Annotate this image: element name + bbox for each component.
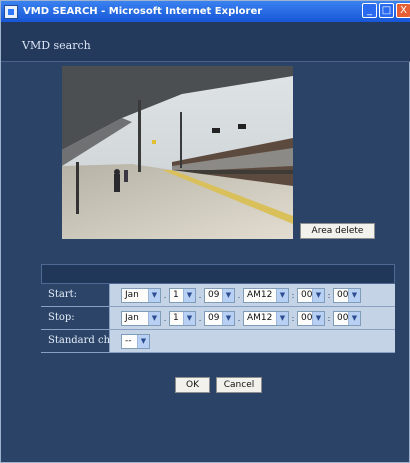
title-bar: VMD SEARCH - Microsoft Internet Explorer… <box>1 1 410 22</box>
stop-hour-value: AM12 <box>247 313 273 323</box>
standard-ch-value: -- <box>125 336 132 346</box>
browser-window: VMD SEARCH - Microsoft Internet Explorer… <box>0 0 410 463</box>
separator: . <box>198 313 202 323</box>
camera-image-svg <box>62 66 293 239</box>
start-row: Start: Jan ▼ . 1 ▼ . 09 ▼ . AM12 ▼ : 00 ▼ : 0… <box>41 284 395 307</box>
page-title: VMD search <box>22 39 91 52</box>
chevron-down-icon: ▼ <box>348 288 360 302</box>
stop-minute-select[interactable]: 00 ▼ <box>297 310 325 326</box>
ok-button[interactable]: OK <box>175 377 210 393</box>
chevron-down-icon: ▼ <box>222 288 234 302</box>
start-minute-value: 00 <box>301 290 313 300</box>
start-minute-select[interactable]: 00 ▼ <box>297 287 325 303</box>
separator: : <box>291 290 295 300</box>
separator: : <box>327 290 331 300</box>
search-form: Start: Jan ▼ . 1 ▼ . 09 ▼ . AM12 ▼ : 00 ▼ : 0… <box>41 264 395 353</box>
window-controls: _ □ X <box>362 3 410 18</box>
chevron-down-icon: ▼ <box>312 311 324 325</box>
stop-label: Stop: <box>41 307 110 329</box>
chevron-down-icon: ▼ <box>183 311 195 325</box>
stop-fields: Jan ▼ . 1 ▼ . 09 ▼ . AM12 ▼ : 00 ▼ : 00 ▼ <box>110 307 395 329</box>
start-second-select[interactable]: 00 ▼ <box>333 287 361 303</box>
standard-ch-label: Standard ch <box>41 330 110 352</box>
cancel-button[interactable]: Cancel <box>216 377 262 393</box>
start-second-value: 00 <box>337 290 349 300</box>
separator: . <box>163 313 167 323</box>
window-title: VMD SEARCH - Microsoft Internet Explorer <box>23 6 263 17</box>
stop-row: Stop: Jan ▼ . 1 ▼ . 09 ▼ . AM12 ▼ : 00 ▼ : 00… <box>41 307 395 330</box>
standard-ch-select[interactable]: -- ▼ <box>121 333 150 349</box>
chevron-down-icon: ▼ <box>148 288 160 302</box>
chevron-down-icon: ▼ <box>312 288 324 302</box>
chevron-down-icon: ▼ <box>148 311 160 325</box>
separator: . <box>237 313 241 323</box>
start-year-select[interactable]: 09 ▼ <box>204 287 235 303</box>
chevron-down-icon: ▼ <box>183 288 195 302</box>
start-hour-value: AM12 <box>247 290 273 300</box>
start-hour-select[interactable]: AM12 ▼ <box>243 287 289 303</box>
separator: . <box>163 290 167 300</box>
standard-ch-row: Standard ch -- ▼ <box>41 330 395 353</box>
chevron-down-icon: ▼ <box>348 311 360 325</box>
start-month-select[interactable]: Jan ▼ <box>121 287 161 303</box>
form-header <box>41 264 395 284</box>
close-button[interactable]: X <box>396 3 410 18</box>
separator: . <box>198 290 202 300</box>
stop-second-select[interactable]: 00 ▼ <box>333 310 361 326</box>
start-month-value: Jan <box>125 290 139 300</box>
separator: . <box>237 290 241 300</box>
stop-minute-value: 00 <box>301 313 313 323</box>
chevron-down-icon: ▼ <box>137 334 149 348</box>
stop-day-value: 1 <box>173 313 179 323</box>
start-year-value: 09 <box>208 290 220 300</box>
stop-day-select[interactable]: 1 ▼ <box>169 310 196 326</box>
start-label: Start: <box>41 284 110 306</box>
start-day-select[interactable]: 1 ▼ <box>169 287 196 303</box>
stop-second-value: 00 <box>337 313 349 323</box>
stop-year-value: 09 <box>208 313 220 323</box>
stop-hour-select[interactable]: AM12 ▼ <box>243 310 289 326</box>
internet-explorer-icon <box>4 4 18 19</box>
stop-year-select[interactable]: 09 ▼ <box>204 310 235 326</box>
minimize-button[interactable]: _ <box>362 3 377 18</box>
stop-month-select[interactable]: Jan ▼ <box>121 310 161 326</box>
chevron-down-icon: ▼ <box>276 311 288 325</box>
stop-month-value: Jan <box>125 313 139 323</box>
area-delete-button[interactable]: Area delete <box>300 223 375 239</box>
standard-ch-fields: -- ▼ <box>110 330 395 352</box>
maximize-button[interactable]: □ <box>379 3 394 18</box>
chevron-down-icon: ▼ <box>276 288 288 302</box>
separator: : <box>291 313 295 323</box>
separator: : <box>327 313 331 323</box>
page-header: VMD search <box>1 22 410 62</box>
start-fields: Jan ▼ . 1 ▼ . 09 ▼ . AM12 ▼ : 00 ▼ : 00 ▼ <box>110 284 395 306</box>
chevron-down-icon: ▼ <box>222 311 234 325</box>
camera-image[interactable] <box>62 66 293 239</box>
start-day-value: 1 <box>173 290 179 300</box>
